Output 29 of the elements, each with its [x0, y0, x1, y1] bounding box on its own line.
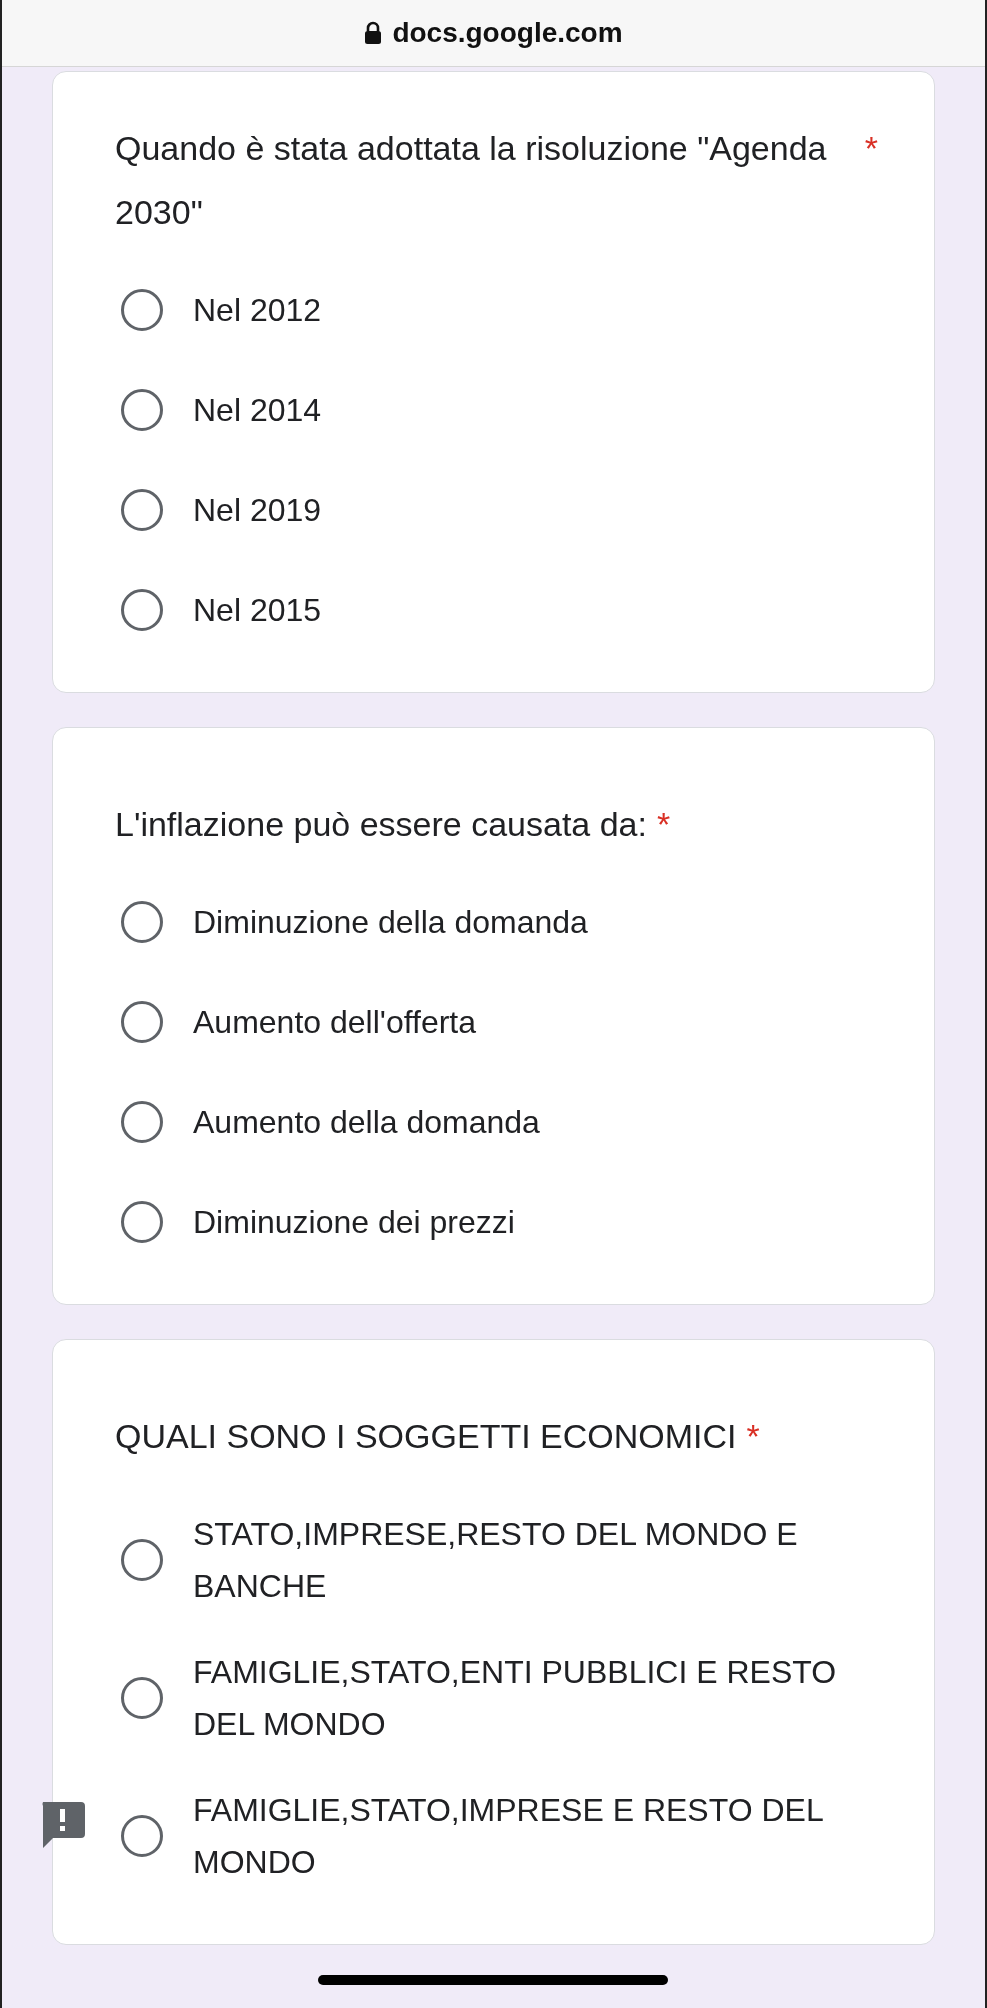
option-label: Nel 2019: [193, 491, 322, 530]
option-label: Diminuzione dei prezzi: [193, 1203, 515, 1242]
radio-button[interactable]: [121, 1201, 163, 1243]
option-label: Nel 2012: [193, 291, 322, 330]
url-text[interactable]: docs.google.com: [392, 17, 623, 49]
radio-button[interactable]: [121, 1815, 163, 1857]
question-title: QUALI SONO I SOGGETTI ECONOMICI: [115, 1416, 737, 1457]
required-asterisk: *: [746, 1416, 760, 1457]
option-label: Nel 2014: [193, 391, 322, 430]
radio-button[interactable]: [121, 289, 163, 331]
question-title: L'inflazione può essere causata da:: [115, 804, 647, 845]
option-label: Aumento dell'offerta: [193, 1003, 477, 1042]
option-label: Nel 2015: [193, 591, 322, 630]
radio-button[interactable]: [121, 389, 163, 431]
required-asterisk: *: [656, 804, 671, 845]
radio-button[interactable]: [121, 1101, 163, 1143]
radio-button[interactable]: [121, 1001, 163, 1043]
radio-button[interactable]: [121, 1677, 163, 1719]
radio-button[interactable]: [121, 901, 163, 943]
option-label: FAMIGLIE,STATO,IMPRESE E RESTO DEL MONDO: [193, 1791, 824, 1882]
question-title: Quando è stata adottata la risoluzione "Agenda 2030": [115, 128, 828, 233]
option-label: Aumento della domanda: [193, 1103, 540, 1142]
option-label: Diminuzione della domanda: [193, 903, 588, 942]
option-label: STATO,IMPRESE,RESTO DEL MONDO E BANCHE: [193, 1515, 799, 1606]
radio-button[interactable]: [121, 1539, 163, 1581]
required-asterisk: *: [864, 128, 878, 169]
radio-button[interactable]: [121, 489, 163, 531]
option-label: FAMIGLIE,STATO,ENTI PUBBLICI E RESTO DEL MONDO: [193, 1653, 838, 1744]
radio-button[interactable]: [121, 589, 163, 631]
